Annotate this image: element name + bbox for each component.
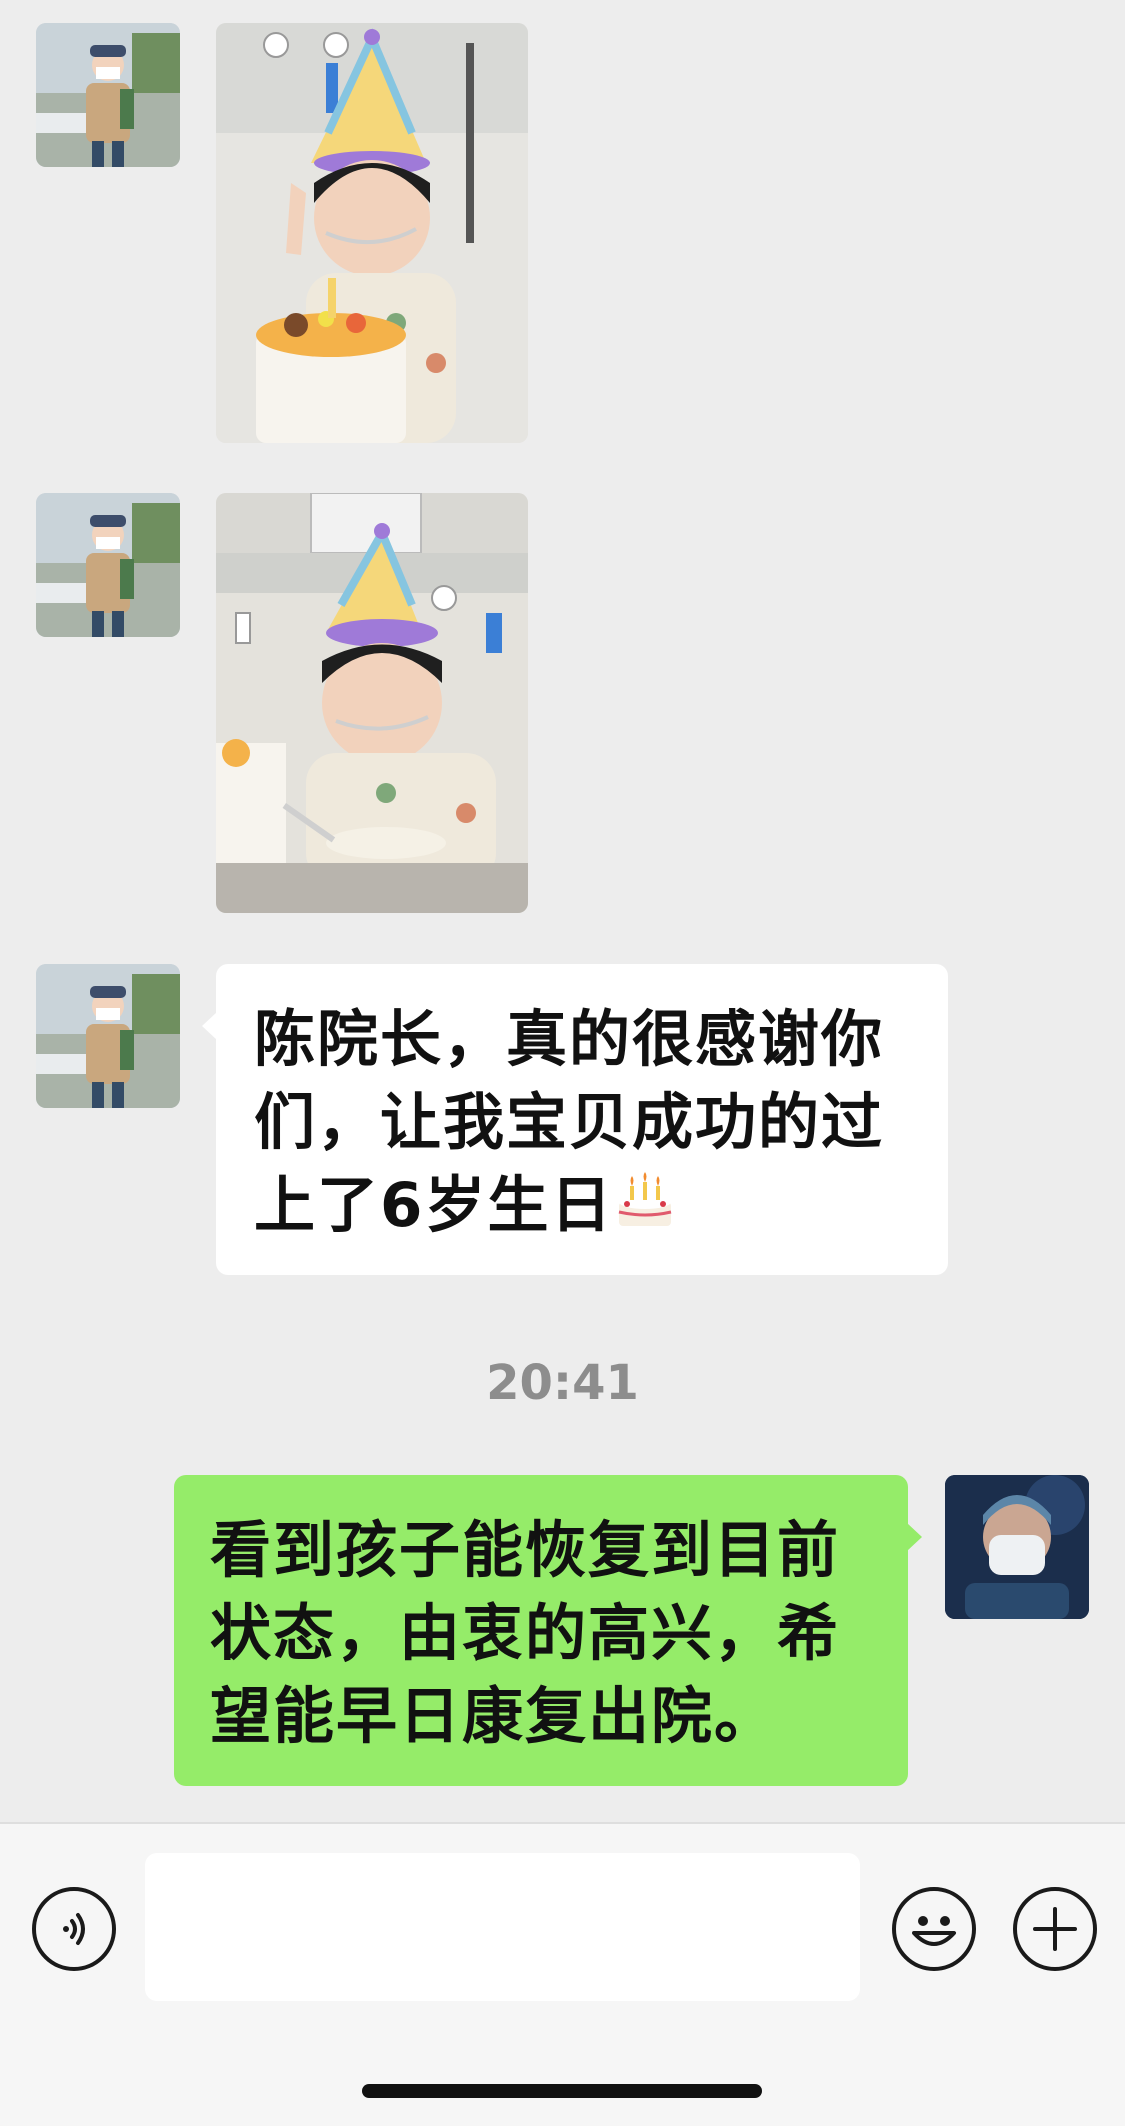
- avatar-image: [36, 964, 180, 1108]
- message-timestamp: 20:41: [486, 1355, 639, 1411]
- message-input[interactable]: [145, 1853, 860, 2001]
- bubble-tail: [907, 1523, 922, 1551]
- photo-child-with-cake: [216, 23, 528, 443]
- photo-child-eating-cake: [216, 493, 528, 913]
- add-button[interactable]: [1013, 1887, 1097, 1971]
- emoji-icon: [912, 1916, 956, 1946]
- sender-avatar[interactable]: [36, 493, 180, 637]
- plus-icon: [1033, 1907, 1077, 1951]
- incoming-message-bubble[interactable]: 陈院长，真的很感谢你们，让我宝贝成功的过上了6岁生日: [202, 964, 948, 1275]
- cake-emoji-icon: [613, 1168, 677, 1232]
- message-text: 看到孩子能恢复到目前状态，由衷的高兴，希望能早日康复出院。: [210, 1515, 841, 1752]
- message-text: 陈院长，真的很感谢你们，让我宝贝成功的过上了6岁生日: [254, 1004, 885, 1241]
- emoji-button[interactable]: [892, 1887, 976, 1971]
- chat-image-birthday-hat[interactable]: [216, 23, 528, 443]
- home-indicator[interactable]: [362, 2084, 762, 2098]
- outgoing-message-bubble[interactable]: 看到孩子能恢复到目前状态，由衷的高兴，希望能早日康复出院。: [174, 1475, 922, 1786]
- voice-icon: [63, 1913, 85, 1945]
- sender-avatar[interactable]: [36, 23, 180, 167]
- chat-input-bar: [0, 1822, 1125, 2126]
- avatar-image: [36, 493, 180, 637]
- chat-image-eating-cake[interactable]: [216, 493, 528, 913]
- voice-button[interactable]: [32, 1887, 116, 1971]
- avatar-image: [945, 1475, 1089, 1619]
- avatar-image: [36, 23, 180, 167]
- bubble-tail: [202, 1012, 217, 1040]
- sender-avatar[interactable]: [36, 964, 180, 1108]
- my-avatar[interactable]: [945, 1475, 1089, 1619]
